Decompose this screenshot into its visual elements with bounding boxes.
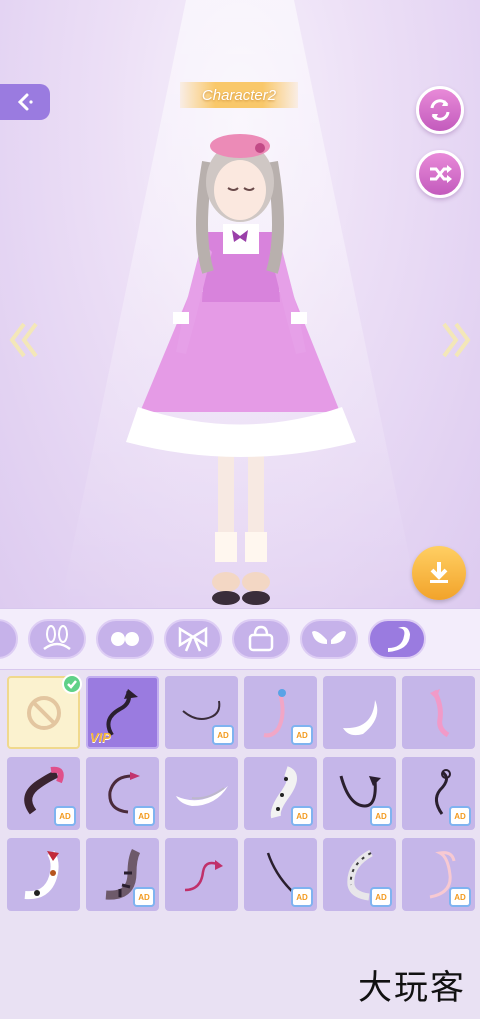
- tail-icon: [388, 626, 410, 652]
- character-name-label: Character2: [180, 82, 298, 108]
- ad-badge: AD: [212, 725, 234, 745]
- item-tail-15[interactable]: AD: [244, 838, 317, 911]
- category-tab-bar: [0, 608, 480, 670]
- item-tail-5[interactable]: [402, 676, 475, 749]
- equipped-check-icon: [62, 674, 82, 694]
- double-chevron-right-icon: [442, 322, 471, 358]
- random-button[interactable]: [416, 150, 464, 198]
- pink-mermaid-tail-icon: [429, 688, 449, 737]
- item-tail-3[interactable]: AD: [244, 676, 317, 749]
- item-tail-8[interactable]: [165, 757, 238, 830]
- item-tail-16[interactable]: AD: [323, 838, 396, 911]
- reset-button[interactable]: [416, 86, 464, 134]
- download-button[interactable]: [412, 546, 466, 600]
- white-fox-tail-icon: [175, 785, 228, 806]
- wings-icon: [312, 631, 346, 644]
- white-fluffy-tail-icon: [342, 699, 377, 735]
- eyes-icon: [111, 632, 139, 646]
- vip-badge: VIP: [90, 730, 111, 745]
- tab-bags[interactable]: [232, 619, 290, 659]
- double-chevron-left-icon: [9, 322, 38, 358]
- item-tail-9[interactable]: AD: [244, 757, 317, 830]
- back-button[interactable]: [0, 84, 50, 120]
- prev-character-button[interactable]: [6, 318, 42, 362]
- download-icon: [430, 562, 448, 583]
- handbag-icon: [248, 625, 274, 652]
- bow-icon: [178, 626, 208, 652]
- item-tail-2[interactable]: AD: [165, 676, 238, 749]
- magenta-devil-tail-icon: [184, 859, 223, 891]
- none-icon: [26, 695, 61, 730]
- item-tail-10[interactable]: AD: [323, 757, 396, 830]
- tab-wings[interactable]: [300, 619, 358, 659]
- calico-cat-tail-icon: [24, 850, 59, 899]
- bunny-ears-icon: [43, 625, 71, 651]
- ad-badge: AD: [133, 887, 155, 907]
- tab-tails[interactable]: [368, 619, 426, 659]
- ad-badge: AD: [449, 887, 471, 907]
- ad-badge: AD: [291, 725, 313, 745]
- back-arrow-icon: [17, 93, 33, 111]
- item-tail-13[interactable]: AD: [86, 838, 159, 911]
- next-character-button[interactable]: [438, 318, 474, 362]
- refresh-icon: [430, 99, 450, 121]
- ad-badge: AD: [291, 887, 313, 907]
- item-tail-11[interactable]: AD: [402, 757, 475, 830]
- tab-partial[interactable]: [0, 619, 18, 659]
- item-tail-14[interactable]: [165, 838, 238, 911]
- shuffle-icon: [430, 165, 452, 183]
- item-tail-17[interactable]: AD: [402, 838, 475, 911]
- item-tail-7[interactable]: AD: [86, 757, 159, 830]
- ad-badge: AD: [54, 806, 76, 826]
- ad-badge: AD: [291, 806, 313, 826]
- item-none[interactable]: [7, 674, 82, 749]
- ad-badge: AD: [370, 806, 392, 826]
- item-grid-panel: VIP AD AD AD AD AD AD AD AD AD AD AD 大玩客: [0, 670, 480, 1019]
- tab-eyes[interactable]: [96, 619, 154, 659]
- item-tail-6[interactable]: AD: [7, 757, 80, 830]
- ad-badge: AD: [370, 887, 392, 907]
- ad-badge: AD: [449, 806, 471, 826]
- item-tail-1[interactable]: VIP: [86, 676, 159, 749]
- tab-bows[interactable]: [164, 619, 222, 659]
- character-figure: [126, 134, 356, 605]
- ad-badge: AD: [133, 806, 155, 826]
- item-grid: VIP AD AD AD AD AD AD AD AD AD AD AD: [7, 674, 475, 911]
- tab-ears[interactable]: [28, 619, 86, 659]
- item-tail-12[interactable]: [7, 838, 80, 911]
- character-stage: Character2: [0, 0, 480, 608]
- item-tail-4[interactable]: [323, 676, 396, 749]
- watermark: 大玩客: [358, 968, 466, 1008]
